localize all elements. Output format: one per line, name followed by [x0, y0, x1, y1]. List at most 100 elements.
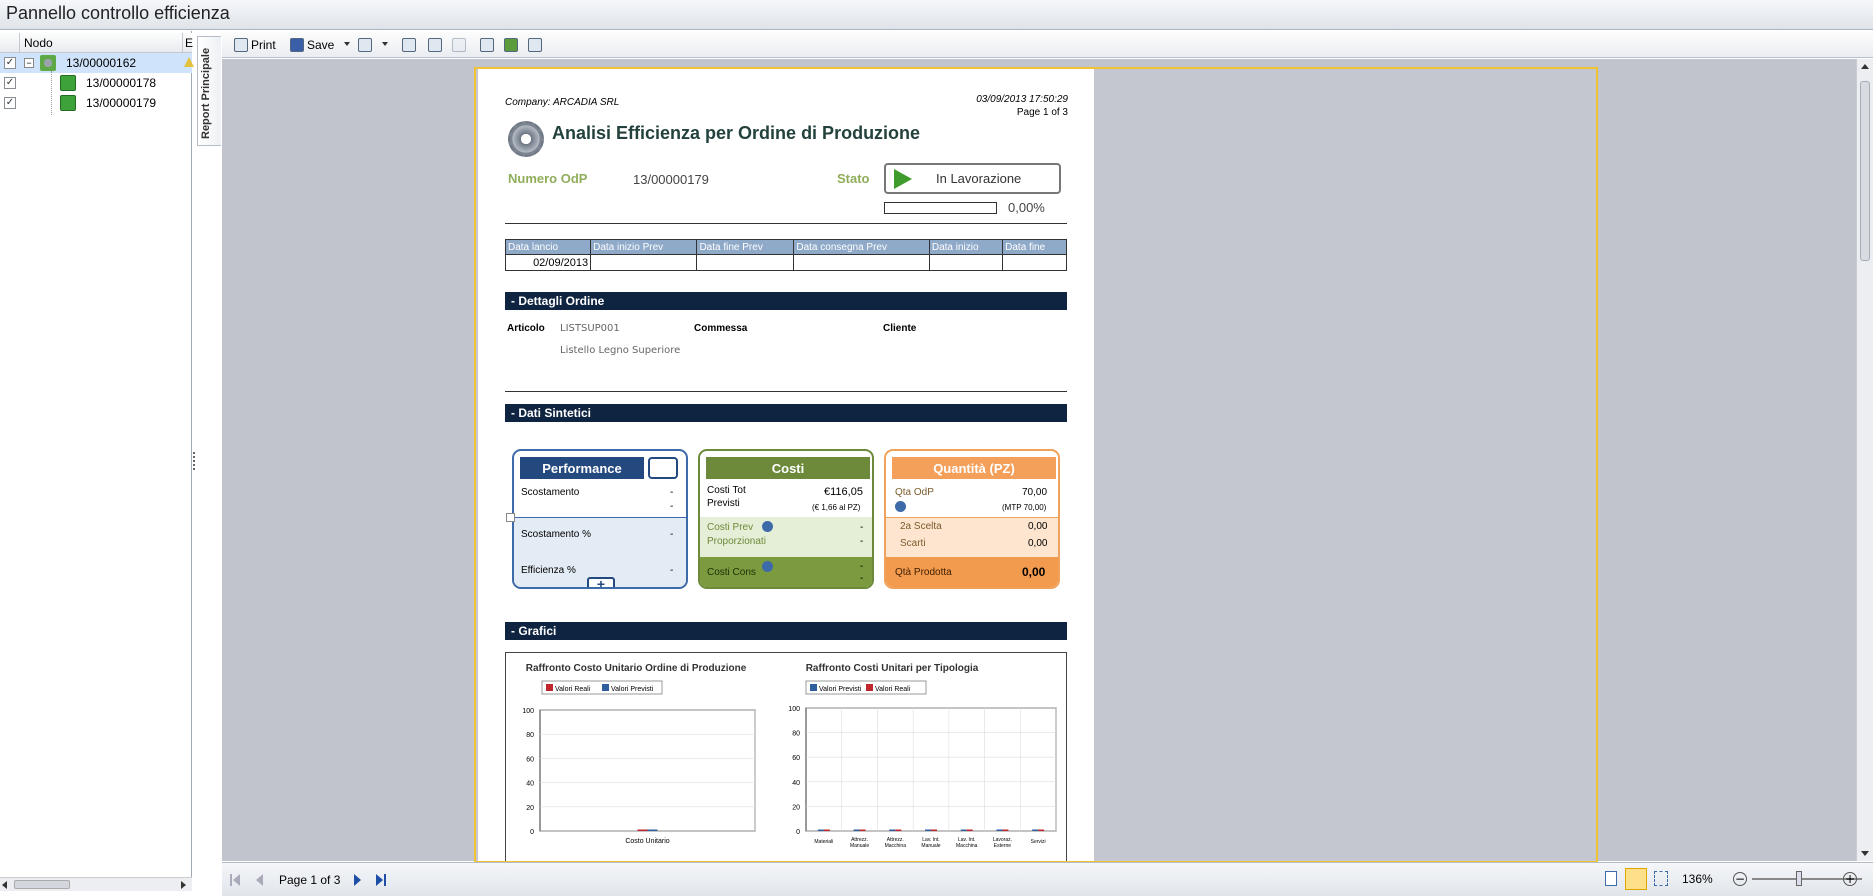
scroll-left-icon[interactable] [2, 881, 7, 889]
tree-item-checkbox[interactable]: ✓ [4, 97, 16, 109]
y-tick-label: 40 [792, 780, 800, 787]
costi-prev-value-1: - [860, 522, 864, 533]
zoom-in-icon[interactable]: + [1843, 872, 1857, 886]
y-tick-label: 60 [792, 755, 800, 762]
performance-toggle[interactable] [648, 457, 678, 479]
tree-header-node[interactable]: Nodo [24, 36, 53, 50]
zoom-out-icon[interactable]: − [1733, 872, 1747, 886]
chart-bar [895, 829, 902, 831]
floppy-icon [290, 37, 304, 52]
page-setup-button[interactable] [402, 36, 416, 53]
splitter-grip[interactable] [193, 452, 195, 470]
expand-plus-icon[interactable]: + [587, 577, 615, 587]
date-cell: 02/09/2013 [504, 254, 592, 271]
save-label: Save [307, 37, 335, 52]
scarti-value: 0,00 [1028, 538, 1048, 549]
y-tick-label: 60 [526, 756, 534, 763]
clipboard-icon [452, 37, 466, 52]
tree-item[interactable]: ✓ 13/00000178 [0, 73, 192, 93]
info-icon[interactable] [895, 501, 906, 512]
costi-card: Costi Costi Tot Previsti €116,05 (€ 1,66… [698, 449, 874, 589]
collapse-icon[interactable] [506, 513, 515, 522]
y-tick-label: 40 [526, 781, 534, 788]
view-button[interactable] [504, 36, 518, 53]
chart-bar [823, 829, 830, 831]
document-map-button[interactable] [428, 36, 442, 53]
costi-cons-value-1: - [860, 561, 864, 572]
commessa-label: Commessa [694, 323, 748, 334]
qta-prodotta-value: 0,00 [1022, 565, 1046, 579]
costi-tot-label-2: Previsti [707, 498, 740, 509]
legend-swatch [546, 684, 553, 691]
last-page-bar[interactable] [384, 874, 386, 886]
costi-prev-label-2: Proporzionati [707, 536, 766, 547]
articolo-code: LISTSUP001 [560, 323, 620, 334]
zoom-slider-thumb[interactable] [1796, 871, 1802, 886]
parameters-button[interactable] [452, 36, 466, 53]
performance-title: Performance [520, 457, 644, 479]
export-icon [358, 37, 372, 52]
save-dropdown-icon[interactable] [344, 42, 350, 46]
multi-page-view-icon[interactable] [1654, 871, 1668, 886]
gear-node-icon [40, 55, 56, 71]
info-icon[interactable] [762, 521, 773, 532]
info-icon[interactable] [762, 561, 773, 572]
save-button[interactable]: Save [290, 36, 334, 53]
tree-item[interactable]: ✓ 13/00000179 [0, 93, 192, 113]
tree-item-checkbox[interactable]: ✓ [4, 77, 16, 89]
scroll-down-icon[interactable] [1861, 851, 1869, 856]
tree-item-label: 13/00000178 [86, 76, 157, 90]
chart-bar [1038, 829, 1045, 831]
chart-bar [1002, 829, 1009, 831]
tree-item[interactable]: ✓ − 13/00000162 [0, 53, 194, 73]
first-page-icon[interactable] [230, 874, 232, 886]
legend-entry: Valori Previsti [611, 686, 654, 693]
first-page-arrow[interactable] [233, 874, 240, 886]
tab-report-principale[interactable]: Report Principale [197, 36, 221, 146]
x-tick-label: Costo Unitario [625, 838, 669, 845]
print-button[interactable]: Print [234, 36, 276, 53]
date-header: Data fine [1002, 239, 1067, 255]
seconda-scelta-label: 2a Scelta [900, 521, 942, 532]
legend-entry: Valori Reali [875, 686, 911, 693]
single-page-view-icon[interactable] [1605, 871, 1617, 886]
date-cell [1002, 254, 1067, 271]
scroll-thumb[interactable] [1860, 81, 1870, 261]
scroll-thumb[interactable] [14, 880, 70, 889]
prev-page-icon[interactable] [256, 874, 263, 886]
next-page-icon[interactable] [354, 874, 361, 886]
layout-button[interactable] [480, 36, 494, 53]
page-info: Page 1 of 3 [1016, 107, 1068, 118]
scostamento-value: - [670, 487, 674, 498]
collapse-icon[interactable]: − [24, 58, 34, 68]
scroll-right-icon[interactable] [181, 881, 186, 889]
stato-value: In Lavorazione [936, 171, 1022, 186]
gear-icon [508, 121, 544, 157]
costi-tot-value: €116,05 [824, 486, 863, 498]
watermark-button[interactable] [528, 36, 542, 53]
tree-horizontal-scrollbar[interactable] [0, 877, 192, 891]
export-dropdown-icon[interactable] [382, 42, 388, 46]
seconda-scelta-value: 0,00 [1028, 521, 1048, 532]
qta-mtp: (MTP 70,00) [1002, 503, 1047, 512]
title-bar: Pannello controllo efficienza [0, 0, 1873, 30]
efficienza-value: - [670, 565, 674, 576]
export-button[interactable] [358, 36, 372, 53]
tree-item-checkbox[interactable]: ✓ [4, 57, 16, 69]
chart-bar [996, 829, 1003, 831]
zoom-level: 136% [1682, 872, 1713, 886]
page-indicator: Page 1 of 3 [279, 873, 341, 887]
viewer-vertical-scrollbar[interactable] [1856, 59, 1873, 861]
tree-header-extra[interactable]: E [182, 33, 193, 53]
x-tick-label: Materiali [814, 839, 833, 845]
dates-table: Data lancio Data inizio Prev Data fine P… [504, 239, 1067, 271]
scroll-up-icon[interactable] [1861, 64, 1869, 69]
y-tick-label: 100 [522, 708, 534, 715]
quantita-card: Quantità (PZ) Qta OdP 70,00 (MTP 70,00) … [884, 449, 1060, 589]
page-width-view-icon[interactable] [1625, 868, 1647, 890]
report-datetime: 03/09/2013 17:50:29 [976, 94, 1068, 105]
last-page-icon[interactable] [376, 874, 383, 886]
tree-header-check-column[interactable] [0, 33, 20, 53]
costi-tot-label-1: Costi Tot [707, 485, 746, 496]
x-tick-label: Manuale [850, 843, 869, 849]
